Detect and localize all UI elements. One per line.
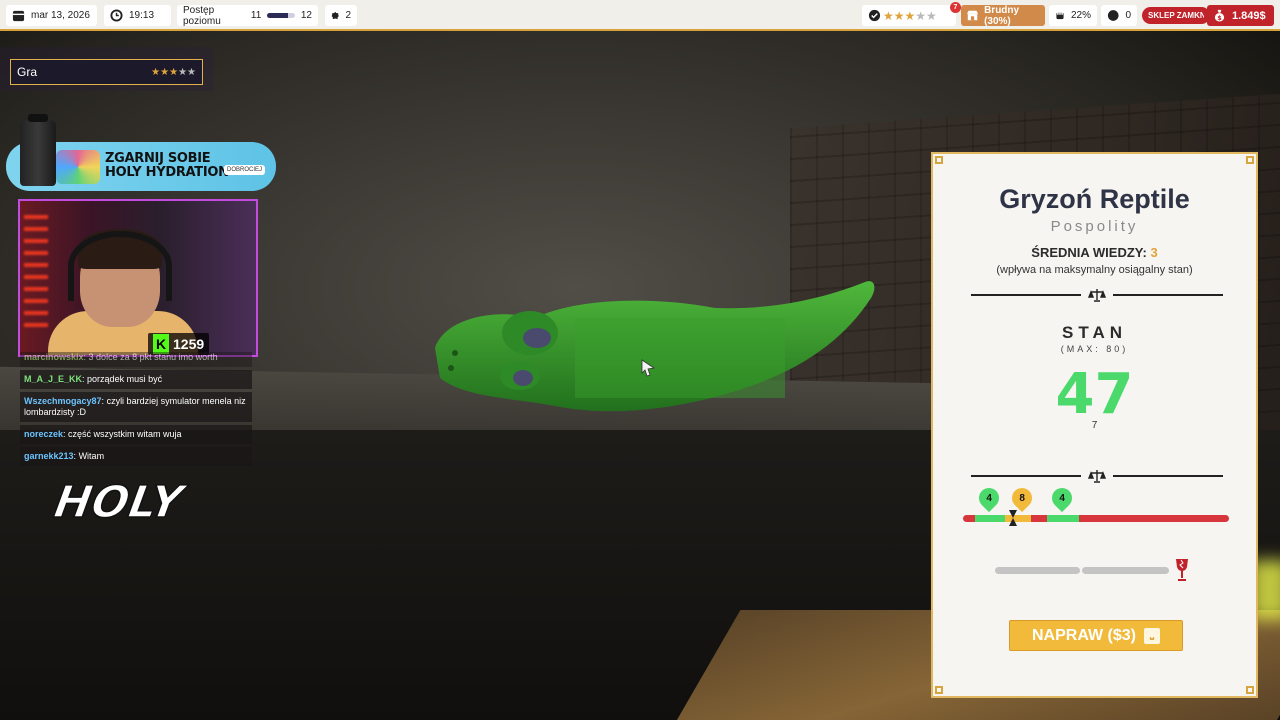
hourglass-marker-icon (1009, 510, 1017, 526)
item-title: Gryzoń Reptile (999, 184, 1190, 214)
progress-track-left (995, 567, 1080, 574)
strength-pill: 22% (1049, 5, 1097, 26)
webcam-overlay: K 1259 (18, 199, 258, 357)
parts-pill: 2 (325, 5, 357, 26)
level-progress-bar (267, 13, 295, 18)
chat-user: marcinowskix (24, 352, 84, 362)
corner-ornament (1246, 686, 1254, 694)
chat-message: Wszechmogacy87: czyli bardziej symulator… (20, 392, 252, 422)
shop-closed-button[interactable]: SKLEP ZAMKNIĘTY (1142, 7, 1210, 24)
top-bar: mar 13, 2026 19:13 Postęp poziomu 11 12 … (0, 0, 1280, 31)
corner-ornament (1246, 156, 1254, 164)
chat-message: noreczek: część wszystkim witam wuja (20, 425, 252, 444)
knowledge-average: ŚREDNIA WIEDZY: 3 (933, 245, 1256, 260)
dirty-label: Brudny (30%) (984, 4, 1020, 27)
knowledge-value: 3 (1150, 245, 1158, 260)
fist-icon (1056, 11, 1064, 20)
money-pill: $ 1.849$ (1207, 5, 1274, 26)
crocodile-toy[interactable] (425, 278, 885, 428)
item-details-panel: Gryzoń Reptile Pospolity ŚREDNIA WIEDZY:… (931, 152, 1258, 698)
money-value: 1.849$ (1232, 9, 1266, 22)
mess-pill: 0 (1101, 5, 1137, 26)
date-text: mar 13, 2026 (31, 10, 90, 21)
progress-track-right (1082, 567, 1169, 574)
condition-sub: 7 (1091, 420, 1098, 431)
led-lights (24, 215, 48, 335)
rating-stars: ★★★★★ (883, 8, 937, 23)
candy-image (56, 150, 100, 184)
range-pin-green: 4 (1047, 483, 1077, 513)
svg-text:$: $ (1217, 14, 1222, 22)
notification-badge: 7 (950, 2, 961, 13)
mouse-cursor (641, 359, 655, 377)
repair-button[interactable]: NAPRAW ($3) ⎵ (1009, 620, 1183, 651)
game-stars: ★★★★★ (151, 66, 196, 78)
condition-value: 47 (1055, 362, 1134, 427)
item-rarity: Pospolity (1050, 218, 1139, 235)
kick-logo-icon: K (153, 334, 169, 354)
dirty-status-pill[interactable]: Brudny (30%) (961, 4, 1045, 27)
gear-icon (331, 11, 339, 20)
chat-user: M_A_J_E_KK (24, 374, 83, 384)
corner-ornament (935, 156, 943, 164)
money-bag-icon: $ (1214, 9, 1225, 22)
sponsor-line-1: ZGARNIJ SOBIE (105, 151, 211, 166)
strength-value: 22% (1070, 10, 1091, 21)
svg-text:HOLY: HOLY (46, 477, 193, 523)
sponsor-line-2: HOLY HYDRATION (105, 165, 229, 180)
knowledge-label: ŚREDNIA WIEDZY: (1031, 245, 1147, 260)
clock-icon (110, 9, 123, 22)
time-text: 19:13 (129, 10, 155, 21)
divider (971, 288, 1223, 302)
dirt-blob-icon (1107, 10, 1119, 21)
divider (971, 469, 1223, 483)
repair-label: NAPRAW ($3) (1031, 626, 1136, 644)
parts-count: 2 (345, 10, 351, 21)
chat-user: garnekk213 (24, 451, 74, 461)
broken-glass-icon (1176, 559, 1188, 581)
chat-text: Witam (78, 451, 105, 461)
knowledge-note: (wpływa na maksymalny osiągalny stan) (996, 264, 1193, 276)
scales-icon (1088, 470, 1106, 483)
level-label: Postęp poziomu (183, 4, 221, 27)
shop-label: SKLEP ZAMKNIĘTY (1148, 11, 1204, 20)
range-pin-green: 4 (974, 483, 1004, 513)
scales-icon (1088, 289, 1106, 302)
game-category-box: Gra ★★★★★ (10, 59, 203, 85)
level-from: 11 (250, 10, 262, 21)
viewer-count: 1259 (173, 336, 205, 352)
holy-logo: HOLY (45, 477, 193, 523)
chat-text: część wszystkim witam wuja (68, 429, 182, 439)
corner-ornament (935, 686, 943, 694)
condition-max: (MAX: 80) (1060, 344, 1129, 354)
mess-count: 0 (1125, 10, 1131, 21)
verified-badge-icon (868, 9, 881, 22)
chat-user: noreczek (24, 429, 64, 439)
level-progress-pill: Postęp poziomu 11 12 (177, 4, 318, 27)
rating-pill[interactable]: ★★★★★ (862, 5, 956, 26)
chat-user: Wszechmogacy87 (24, 396, 102, 406)
bottle-image (20, 114, 56, 186)
keyboard-key-icon: ⎵ (1144, 627, 1160, 644)
range-pin-orange: 8 (1007, 483, 1037, 513)
level-to: 12 (300, 10, 312, 21)
date-pill: mar 13, 2026 (6, 5, 97, 26)
sponsor-text: ZGARNIJ SOBIE HOLY HYDRATION (105, 152, 229, 180)
calendar-icon (12, 10, 25, 22)
condition-label: STAN (1061, 323, 1127, 342)
chat-message: marcinowskix: 3 dolce za 8 pkt stanu imo… (20, 352, 252, 367)
chat-overlay: marcinowskix: 3 dolce za 8 pkt stanu imo… (20, 352, 252, 469)
sponsor-banner[interactable]: ZGARNIJ SOBIE HOLY HYDRATION DOBROCIEJ (6, 114, 276, 191)
sponsor-button[interactable]: DOBROCIEJ (224, 165, 266, 175)
headset (68, 231, 172, 301)
time-pill: 19:13 (104, 5, 171, 26)
chat-text: 3 dolce za 8 pkt stanu imo worth (88, 352, 218, 362)
chat-text: porządek musi być (87, 374, 163, 384)
chat-message: M_A_J_E_KK: porządek musi być (20, 370, 252, 389)
store-icon (967, 10, 979, 21)
game-label: Gra (17, 65, 38, 79)
condition-range-bar (963, 515, 1229, 522)
chat-message: garnekk213: Witam (20, 447, 252, 466)
